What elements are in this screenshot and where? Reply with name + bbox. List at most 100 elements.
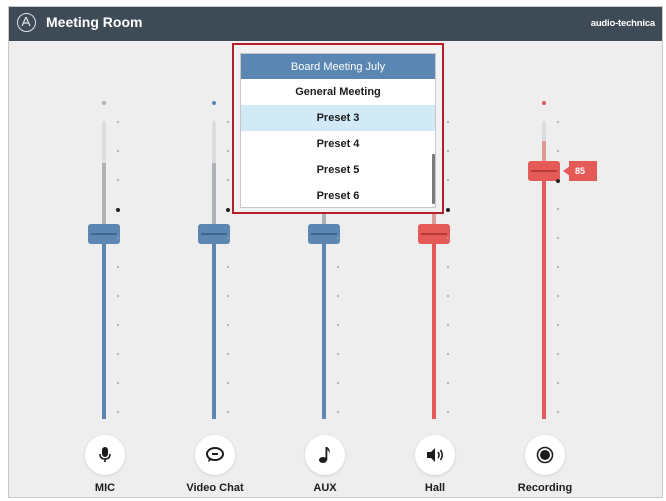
audio-technica-logo-icon (17, 13, 36, 32)
fader-scale (226, 121, 231, 421)
scale-tick (117, 411, 119, 413)
aux-mute-button[interactable] (305, 435, 345, 475)
scale-tick (227, 150, 229, 152)
scale-tick (227, 179, 229, 181)
title-bar: Meeting Room audio-technica (9, 7, 662, 41)
channel-label: MIC (94, 482, 116, 494)
scale-tick (117, 382, 119, 384)
scale-tick (447, 237, 449, 239)
preset-item-preset-4[interactable]: Preset 4 (241, 131, 435, 157)
fader-gray-mid (102, 163, 106, 229)
scale-tick (337, 266, 339, 268)
scale-tick (557, 150, 559, 152)
fader-level-fill (322, 229, 326, 419)
scale-tick (117, 295, 119, 297)
scale-tick (117, 179, 119, 181)
scale-tick (117, 237, 119, 239)
channel-label: AUX (313, 482, 337, 494)
scale-tick (447, 150, 449, 152)
scale-tick (557, 382, 559, 384)
fader-handle[interactable] (308, 224, 340, 244)
scale-tick (337, 295, 339, 297)
preset-dropdown[interactable]: Board Meeting July General Meeting Prese… (232, 43, 444, 214)
scale-tick (557, 208, 559, 210)
scale-tick (447, 295, 449, 297)
scale-tick (117, 324, 119, 326)
chat-icon (206, 447, 224, 462)
scale-tick (117, 121, 119, 123)
fader-scale (446, 121, 451, 421)
scale-tick (227, 353, 229, 355)
fader-gray-upper (102, 123, 106, 163)
scale-tick (557, 266, 559, 268)
recording-button[interactable] (525, 435, 565, 475)
fader-gray-mid (212, 163, 216, 229)
preset-item-board-meeting-july[interactable]: Board Meeting July (241, 54, 435, 79)
channel-mic: MIC (54, 41, 154, 497)
peak-indicator (212, 101, 216, 105)
speaker-icon (427, 448, 444, 462)
peak-indicator (542, 101, 546, 105)
preset-list: Board Meeting July General Meeting Prese… (240, 53, 436, 208)
scale-tick (447, 266, 449, 268)
scale-tick (447, 353, 449, 355)
channel-label: Recording (517, 482, 573, 494)
hall-mute-button[interactable] (415, 435, 455, 475)
preset-item-preset-6[interactable]: Preset 6 (241, 183, 435, 207)
scale-tick (337, 382, 339, 384)
scale-tick (447, 324, 449, 326)
mic-mute-button[interactable] (85, 435, 125, 475)
scale-tick (447, 411, 449, 413)
channel-recording: 85 Recording (494, 41, 597, 497)
preset-item-general-meeting[interactable]: General Meeting (241, 79, 435, 105)
fader-level-fill (102, 229, 106, 419)
scale-tick (227, 295, 229, 297)
fader-level-fill (542, 169, 546, 419)
music-note-icon (319, 447, 330, 463)
brand-logo-text: audio-technica (590, 18, 655, 29)
scale-tick (557, 324, 559, 326)
scale-tick (117, 353, 119, 355)
channel-label: Hall (424, 482, 446, 494)
fader-handle[interactable] (198, 224, 230, 244)
preset-item-preset-5[interactable]: Preset 5 (241, 157, 435, 183)
channel-label: Video Chat (186, 482, 244, 494)
preset-item-preset-3[interactable]: Preset 3 (241, 105, 435, 131)
scale-tick (557, 295, 559, 297)
fader-scale (556, 121, 561, 421)
scale-tick (227, 411, 229, 413)
scale-tick (557, 237, 559, 239)
scale-tick (337, 237, 339, 239)
scale-major-tick (226, 208, 230, 212)
scale-tick (117, 266, 119, 268)
scale-tick (227, 121, 229, 123)
fader-gray-upper (542, 123, 546, 141)
fader-level-fill (212, 229, 216, 419)
fader-handle[interactable] (418, 224, 450, 244)
scale-tick (337, 411, 339, 413)
fader-handle[interactable] (528, 161, 560, 181)
scale-tick (337, 353, 339, 355)
microphone-icon (99, 447, 111, 462)
scale-major-tick (556, 179, 560, 183)
peak-indicator (102, 101, 106, 105)
fader-scale (116, 121, 121, 421)
video-chat-mute-button[interactable] (195, 435, 235, 475)
fader-gray-upper (212, 123, 216, 163)
record-icon (536, 446, 554, 464)
scale-tick (227, 266, 229, 268)
scale-tick (557, 411, 559, 413)
fader-handle[interactable] (88, 224, 120, 244)
scale-tick (117, 150, 119, 152)
scale-tick (227, 237, 229, 239)
level-value-badge: 85 (563, 161, 597, 181)
dropdown-scrollbar[interactable] (432, 154, 435, 204)
scale-tick (447, 179, 449, 181)
scale-major-tick (116, 208, 120, 212)
app-title: Meeting Room (46, 14, 143, 30)
scale-tick (447, 382, 449, 384)
scale-major-tick (446, 208, 450, 212)
scale-tick (557, 121, 559, 123)
scale-tick (557, 353, 559, 355)
fader-level-fill (432, 229, 436, 419)
